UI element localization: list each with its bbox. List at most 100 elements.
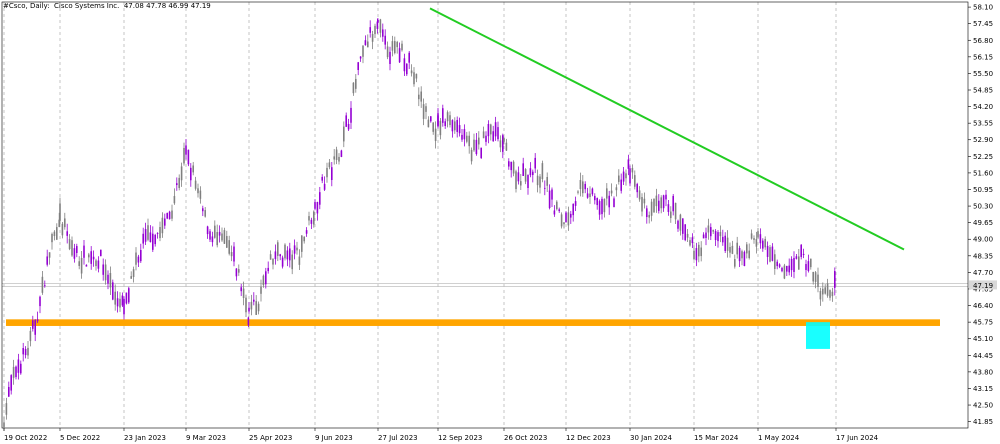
candle-body xyxy=(3,422,5,427)
candle-body xyxy=(812,271,814,282)
y-tick-label: 52.25 xyxy=(973,153,993,161)
candle-body xyxy=(355,78,357,89)
candle-body xyxy=(85,264,88,267)
y-tick-label: 43.15 xyxy=(973,385,993,393)
y-tick-label: 57.45 xyxy=(973,20,993,28)
candle-body xyxy=(783,265,786,279)
candle-body xyxy=(560,214,563,227)
trend-line xyxy=(429,7,905,251)
candle-body xyxy=(352,82,355,94)
candle-body xyxy=(499,140,502,148)
candle-body xyxy=(226,236,228,248)
candle-body xyxy=(183,147,185,164)
candle-body xyxy=(622,171,625,182)
x-tick-label: 27 Jul 2023 xyxy=(378,434,418,442)
candle-body xyxy=(646,208,648,218)
candle-body xyxy=(672,195,674,212)
candle-body xyxy=(27,347,29,356)
candle-body xyxy=(665,194,667,200)
candle-body xyxy=(466,135,468,142)
candle-body xyxy=(596,198,598,206)
candle-body xyxy=(577,191,579,193)
y-tick-label: 50.95 xyxy=(973,186,993,194)
candle-body xyxy=(798,256,800,270)
candle-body xyxy=(369,27,371,33)
candle-body xyxy=(374,25,376,35)
y-tick-label: 48.35 xyxy=(973,252,993,260)
candle-body xyxy=(319,192,321,205)
candle-body xyxy=(34,319,36,335)
candle-body xyxy=(582,181,584,194)
candle-body xyxy=(790,258,793,271)
candle-body xyxy=(618,175,620,182)
candle-body xyxy=(95,260,97,267)
candle-body xyxy=(551,189,553,200)
candle-body xyxy=(326,167,328,178)
x-tick-label: 9 Mar 2023 xyxy=(186,434,226,442)
candle-body xyxy=(422,104,425,119)
candle-body xyxy=(743,251,746,266)
candle-body xyxy=(132,269,135,278)
candle-body xyxy=(753,238,755,240)
candle-body xyxy=(834,271,836,288)
candle-body xyxy=(267,267,269,272)
candle-body xyxy=(235,268,238,277)
candle-body xyxy=(36,319,39,322)
candle-body xyxy=(658,200,660,211)
candle-body xyxy=(171,210,173,219)
candle-body xyxy=(686,233,689,238)
y-tick-label: 58.10 xyxy=(973,4,993,12)
price-chart[interactable]: 19 Oct 2022 5 Dec 2022 23 Jan 2023 9 Mar 20… xyxy=(0,0,1000,444)
x-tick-label: 19 Oct 2022 xyxy=(4,434,47,442)
candle-body xyxy=(574,201,577,206)
candle-body xyxy=(463,129,466,140)
candle-body xyxy=(104,264,107,281)
candle-body xyxy=(831,291,834,297)
candle-body xyxy=(610,190,613,194)
candle-body xyxy=(176,183,178,186)
candle-body xyxy=(335,149,338,160)
candle-body xyxy=(102,264,104,275)
candle-body xyxy=(520,181,522,186)
candle-body xyxy=(233,246,235,262)
candle-body xyxy=(100,249,102,257)
candle-body xyxy=(32,320,34,329)
candle-body xyxy=(391,41,394,51)
candle-body xyxy=(800,244,802,257)
y-tick-label: 56.15 xyxy=(973,53,993,61)
candle-body xyxy=(586,193,589,198)
candle-body xyxy=(750,233,753,239)
candle-body xyxy=(401,43,403,51)
candle-body xyxy=(386,46,389,58)
candle-body xyxy=(819,290,822,300)
candle-body xyxy=(279,254,281,257)
candle-body xyxy=(310,219,313,224)
candle-body xyxy=(73,248,76,259)
candle-body xyxy=(59,203,61,221)
candle-body xyxy=(161,217,164,234)
candle-body xyxy=(305,230,308,234)
candle-body xyxy=(539,176,541,188)
candle-body xyxy=(567,212,570,226)
candle-body xyxy=(738,247,741,262)
candle-body xyxy=(556,201,558,210)
y-tick-label: 52.90 xyxy=(973,136,993,144)
candle-body xyxy=(185,145,187,155)
candle-body xyxy=(140,249,142,262)
candle-body xyxy=(109,273,112,288)
candle-body xyxy=(454,121,456,131)
candle-body xyxy=(415,73,418,79)
candle-body xyxy=(527,175,529,188)
candle-body xyxy=(771,246,774,261)
candle-body xyxy=(121,295,124,306)
candle-body xyxy=(152,233,154,250)
x-tick-label: 1 May 2024 xyxy=(758,434,800,442)
candle-body xyxy=(187,149,190,165)
candle-body xyxy=(265,271,267,285)
candle-body xyxy=(541,163,544,180)
candle-body xyxy=(705,232,707,238)
candle-body xyxy=(68,239,71,250)
candle-body xyxy=(20,363,22,374)
candle-body xyxy=(10,375,12,391)
candle-body xyxy=(442,108,444,123)
